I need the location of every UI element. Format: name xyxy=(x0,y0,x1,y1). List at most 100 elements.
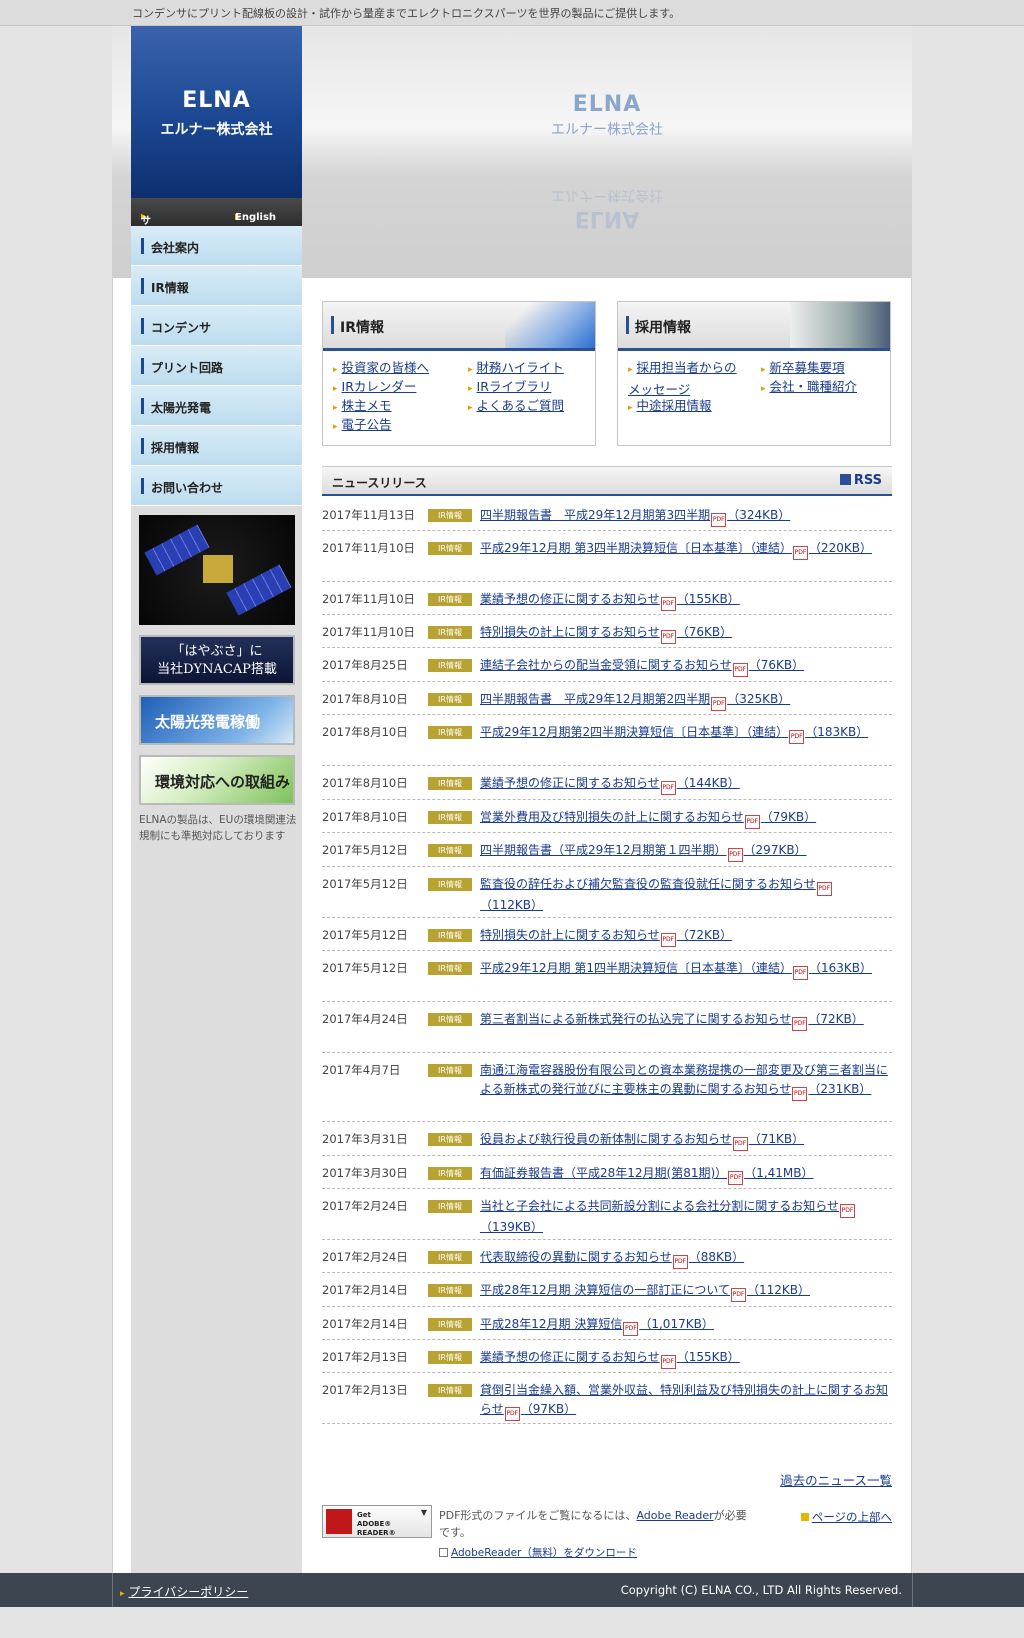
news-link[interactable]: 四半期報告書 平成29年12月期第3四半期 PDF （324KB） xyxy=(480,506,888,527)
news-date: 2017年11月10日 xyxy=(322,592,416,606)
pdf-note: PDF形式のファイルをご覧になるには、Adobe Readerが必要です。 xyxy=(439,1509,747,1539)
nav-label: 太陽光発電 xyxy=(151,401,212,415)
environment-banner[interactable]: 環境対応への取組み xyxy=(139,755,295,805)
ir-category-tag: IR情報 xyxy=(428,509,472,522)
ir-category-tag: IR情報 xyxy=(428,1284,472,1297)
nav-label: お問い合わせ xyxy=(151,481,224,495)
news-link[interactable]: 業績予想の修正に関するお知らせ PDF （155KB） xyxy=(480,590,888,611)
utility-bar: ▶サイトマップ ▶English xyxy=(131,198,302,302)
link-job-intro[interactable]: 会社・職種紹介 xyxy=(761,377,858,399)
news-link[interactable]: 平成29年12月期第2四半期決算短信〔日本基準〕（連結） PDF （183KB） xyxy=(480,723,888,744)
news-link[interactable]: 有価証券報告書（平成28年12月期(第81期)） PDF （1,41MB） xyxy=(480,1164,888,1185)
news-row: 2017年8月10日 IR情報 業績予想の修正に関するお知らせ PDF （144KB） xyxy=(322,766,892,800)
ir-category-tag: IR情報 xyxy=(428,777,472,790)
pdf-icon: PDF xyxy=(792,1087,808,1101)
news-link[interactable]: 平成28年12月期 決算短信の一部訂正について PDF （112KB） xyxy=(480,1281,888,1302)
adobe-logo-icon xyxy=(326,1509,352,1534)
environment-note: ELNAの製品は、EUの環境関連法規制にも準拠対応しております xyxy=(139,814,297,842)
news-header: ニュースリリース RSS xyxy=(322,466,892,496)
news-date: 2017年2月13日 xyxy=(322,1350,408,1364)
news-link[interactable]: 監査役の辞任および補欠監査役の監査役就任に関するお知らせ PDF（112KB） xyxy=(480,875,888,915)
ir-category-tag: IR情報 xyxy=(428,1351,472,1364)
news-date: 2017年5月12日 xyxy=(322,843,408,857)
logo[interactable]: ELNA エルナー株式会社 xyxy=(131,26,302,198)
news-row: 2017年5月12日 IR情報 平成29年12月期 第1四半期決算短信〔日本基準〕（… xyxy=(322,951,892,1002)
pdf-icon: PDF xyxy=(660,933,676,947)
news-row: 2017年11月13日 IR情報 四半期報告書 平成29年12月期第3四半期 PDF （… xyxy=(322,498,892,531)
news-link[interactable]: 営業外費用及び特別損失の計上に関するお知らせ PDF （79KB） xyxy=(480,808,888,829)
nav-item-recruit[interactable]: 採用情報 xyxy=(131,426,302,466)
pdf-icon: PDF xyxy=(728,1171,744,1185)
satellite-banner[interactable] xyxy=(139,515,295,625)
news-date: 2017年5月12日 xyxy=(322,961,408,975)
news-row: 2017年3月30日 IR情報 有価証券報告書（平成28年12月期(第81期)） PD… xyxy=(322,1156,892,1189)
news-link[interactable]: 四半期報告書（平成29年12月期第１四半期） PDF （297KB） xyxy=(480,841,888,862)
link-e-notice[interactable]: 電子公告 xyxy=(333,415,392,437)
link-recruiter-message[interactable]: 採用担当者からのメッセージ xyxy=(628,358,748,399)
recruit-box: 採用情報 採用担当者からのメッセージ 中途採用情報 新卒募集要項 会社・職種紹介 xyxy=(617,301,891,446)
news-date: 2017年8月10日 xyxy=(322,692,408,706)
pdf-icon: PDF xyxy=(660,630,676,644)
news-link[interactable]: 平成29年12月期 第1四半期決算短信〔日本基準〕（連結） PDF （163KB） xyxy=(480,959,888,980)
news-date: 2017年3月30日 xyxy=(322,1166,408,1180)
pdf-icon: PDF xyxy=(840,1204,856,1218)
news-row: 2017年11月10日 IR情報 特別損失の計上に関するお知らせ PDF （76KB） xyxy=(322,615,892,648)
adobe-reader-badge[interactable]: Get ADOBE® READER® ▼ xyxy=(322,1505,432,1538)
news-row: 2017年2月13日 IR情報 貸倒引当金繰入額、営業外収益、特別利益及び特別損失の… xyxy=(322,1373,892,1424)
rss-link[interactable]: RSS xyxy=(839,473,882,488)
pdf-icon: PDF xyxy=(744,815,760,829)
news-date: 2017年2月24日 xyxy=(322,1250,408,1264)
news-row: 2017年8月25日 IR情報 連結子会社からの配当金受領に関するお知らせ PDF （7… xyxy=(322,648,892,682)
news-link[interactable]: 四半期報告書 平成29年12月期第2四半期 PDF （325KB） xyxy=(480,690,888,711)
news-link[interactable]: 業績予想の修正に関するお知らせ PDF （144KB） xyxy=(480,774,888,795)
solar-banner[interactable]: 太陽光発電稼働 xyxy=(139,695,295,745)
pdf-icon: PDF xyxy=(792,1017,808,1031)
news-link[interactable]: 当社と子会社による共同新設分割による会社分割に関するお知らせ PDF（139KB） xyxy=(480,1197,888,1237)
news-link[interactable]: 特別損失の計上に関するお知らせ PDF （72KB） xyxy=(480,926,888,947)
link-midcareer[interactable]: 中途採用情報 xyxy=(628,396,712,418)
news-link[interactable]: 平成29年12月期 第3四半期決算短信〔日本基準〕（連結） PDF （220KB） xyxy=(480,539,888,560)
news-link[interactable]: 連結子会社からの配当金受領に関するお知らせ PDF （76KB） xyxy=(480,656,888,677)
pdf-icon: PDF xyxy=(731,1288,746,1302)
nav-item-ir[interactable]: IR情報 xyxy=(131,266,302,306)
news-link[interactable]: 貸倒引当金繰入額、営業外収益、特別利益及び特別損失の計上に関するお知らせ PDF （… xyxy=(480,1381,888,1421)
privacy-policy-link[interactable]: プライバシーポリシー xyxy=(120,1583,249,1600)
ir-category-tag: IR情報 xyxy=(428,844,472,857)
news-date: 2017年11月10日 xyxy=(322,541,416,555)
pdf-icon: PDF xyxy=(504,1407,520,1421)
news-link[interactable]: 特別損失の計上に関するお知らせ PDF （76KB） xyxy=(480,623,888,644)
news-link[interactable]: 平成28年12月期 決算短信 PDF （1,017KB） xyxy=(480,1315,888,1336)
past-news-link[interactable]: 過去のニュース一覧 xyxy=(780,1470,892,1489)
nav-item-solar[interactable]: 太陽光発電 xyxy=(131,386,302,426)
building-graphic xyxy=(505,302,595,348)
news-date: 2017年8月25日 xyxy=(322,658,408,672)
up-arrow-icon xyxy=(800,1513,809,1521)
ir-category-tag: IR情報 xyxy=(428,542,472,555)
adobe-download-link[interactable]: AdobeReader（無料）をダウンロード xyxy=(439,1545,637,1560)
news-link[interactable]: 業績予想の修正に関するお知らせ PDF （155KB） xyxy=(480,1348,888,1369)
news-link[interactable]: 第三者割当による新株式発行の払込完了に関するお知らせ PDF （72KB） xyxy=(480,1010,888,1031)
pdf-icon: PDF xyxy=(793,966,808,980)
news-link[interactable]: 役員および執行役員の新体制に関するお知らせ PDF （71KB） xyxy=(480,1130,888,1151)
nav-item-contact[interactable]: お問い合わせ xyxy=(131,466,302,506)
news-row: 2017年2月14日 IR情報 平成28年12月期 決算短信 PDF （1,017KB） xyxy=(322,1307,892,1340)
hero-logo: ELNA エルナー株式会社 xyxy=(551,92,663,138)
nav-item-pcb[interactable]: プリント回路 xyxy=(131,346,302,386)
news-date: 2017年11月10日 xyxy=(322,625,416,639)
nav-item-capacitor[interactable]: コンデンサ xyxy=(131,306,302,346)
page-top-link[interactable]: ページの上部へ xyxy=(800,1509,892,1525)
link-faq[interactable]: よくあるご質問 xyxy=(468,396,565,418)
news-date: 2017年11月13日 xyxy=(322,508,416,522)
adobe-reader-link[interactable]: Adobe Reader xyxy=(636,1509,713,1522)
hayabusa-banner[interactable]: 「はやぶさ」に 当社DYNACAP搭載 xyxy=(139,635,295,685)
ir-category-tag: IR情報 xyxy=(428,962,472,975)
nav-label: 採用情報 xyxy=(151,441,200,455)
nav-item-company[interactable]: 会社案内 xyxy=(131,226,302,266)
news-date: 2017年8月10日 xyxy=(322,810,408,824)
ir-category-tag: IR情報 xyxy=(428,659,472,672)
logo-corp-name: エルナー株式会社 xyxy=(160,122,273,138)
news-link[interactable]: 代表取締役の異動に関するお知らせ PDF （88KB） xyxy=(480,1248,888,1269)
main-nav: 会社案内 IR情報 コンデンサ プリント回路 太陽光発電 採用情報 お問い合わせ xyxy=(131,226,302,506)
news-row: 2017年11月10日 IR情報 平成29年12月期 第3四半期決算短信〔日本基準〕… xyxy=(322,531,892,582)
news-link[interactable]: 南通江海電容器股份有限公司との資本業務提携の一部変更及び第三者割当による新株式の… xyxy=(480,1061,888,1101)
